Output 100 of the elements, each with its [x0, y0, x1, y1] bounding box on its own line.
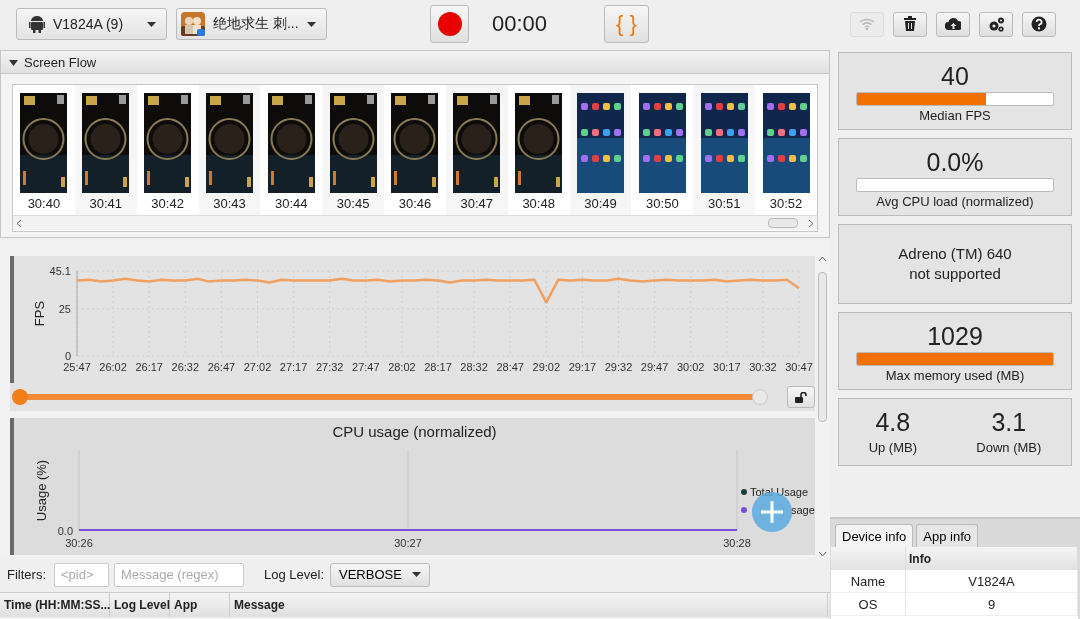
stat-value: 4.8 — [875, 409, 911, 436]
axis-label: 29:02 — [532, 361, 561, 373]
settings-button[interactable] — [979, 11, 1013, 37]
message-field[interactable]: Message (regex) — [114, 562, 244, 587]
table-cell: Name — [831, 570, 906, 593]
chart-title: CPU usage (normalized) — [332, 423, 497, 440]
chevron-right-icon — [808, 218, 814, 228]
axis-label: 27:17 — [279, 361, 308, 373]
frame-time: 30:43 — [213, 196, 246, 211]
panel-title: Screen Flow — [24, 54, 97, 70]
frame-time: 30:47 — [460, 196, 494, 211]
wifi-icon — [859, 16, 875, 32]
stat-message: Adreno (TM) 640 — [898, 244, 1012, 264]
filters-label: Filters: — [7, 567, 46, 582]
panel-header[interactable]: Screen Flow — [1, 51, 829, 74]
axis-label: 29:32 — [604, 361, 633, 373]
android-icon — [29, 15, 45, 33]
chevron-up-icon — [817, 256, 827, 262]
scrollbar-thumb[interactable] — [768, 218, 798, 228]
frame-time: 30:49 — [584, 196, 617, 211]
column-header[interactable]: App — [170, 593, 230, 617]
axis-label: 28:17 — [424, 361, 452, 373]
axis-label: 27:32 — [315, 361, 344, 373]
frame-time: 30:52 — [769, 196, 803, 211]
axis-label: 26:32 — [171, 361, 200, 373]
column-header[interactable]: Message — [230, 593, 828, 617]
device-dropdown[interactable]: V1824A (9) — [16, 8, 167, 40]
chevron-left-icon — [16, 218, 22, 228]
axis-label: 30:32 — [749, 361, 777, 373]
caret-icon — [147, 21, 156, 27]
axis-label: 26:17 — [135, 361, 163, 373]
axis-label: 0 — [64, 350, 71, 362]
stat-value: 40 — [941, 63, 969, 90]
table-cell: OS — [831, 593, 906, 616]
slider-thumb[interactable] — [12, 389, 28, 405]
axis-label: 25:47 — [63, 361, 91, 373]
scrollbar-thumb[interactable] — [817, 272, 827, 422]
axis-label: 28:02 — [388, 361, 416, 373]
pid-field[interactable]: <pid> — [54, 562, 109, 587]
record-icon — [437, 12, 462, 36]
range-slider[interactable] — [11, 389, 769, 405]
tab[interactable]: Device info — [835, 524, 914, 547]
timer-text: 00:00 — [492, 11, 549, 37]
plus-icon — [761, 501, 783, 523]
axis-label: 27:02 — [243, 361, 272, 373]
app-dropdown[interactable]: 绝地求生 刺... — [176, 8, 327, 40]
lock-button[interactable] — [787, 386, 815, 408]
table-cell: 9 — [906, 593, 1078, 616]
frame-time: 30:42 — [151, 196, 184, 211]
caret-icon — [412, 572, 421, 577]
frame-time: 30:40 — [27, 196, 61, 211]
axis-label: 28:32 — [460, 361, 488, 373]
axis-label: 30:28 — [723, 537, 751, 549]
upload-button[interactable] — [936, 11, 970, 37]
axis-label: 30:47 — [785, 361, 813, 373]
axis-label: 25 — [58, 302, 71, 315]
axis-label: 45.1 — [49, 265, 71, 277]
column-header: Info — [906, 547, 1078, 570]
stat-label: Max memory used (MB) — [885, 368, 1025, 383]
settings-icon — [988, 16, 1004, 32]
chevron-down-icon — [817, 551, 827, 557]
axis-label: 28:47 — [496, 361, 524, 373]
axis-title: Usage (%) — [34, 459, 49, 522]
slider-thumb[interactable] — [752, 389, 769, 405]
axis-label: 0.0 — [57, 525, 73, 537]
legend-label: Total Usage — [750, 486, 809, 498]
frame-time: 30:51 — [707, 196, 741, 211]
column-header[interactable]: Log Level — [110, 593, 170, 617]
axis-label: 30:02 — [676, 361, 705, 373]
delete-button[interactable] — [893, 11, 927, 37]
stat-label: Avg CPU load (normalized) — [876, 194, 1034, 209]
help-button[interactable] — [1022, 11, 1056, 37]
legend-label: sage — [791, 504, 815, 516]
unlocked-padlock-icon — [795, 391, 808, 403]
stat-label: Down (MB) — [976, 440, 1042, 455]
frame-time: 30:48 — [522, 196, 555, 211]
frame-time: 30:46 — [398, 196, 432, 211]
column-header[interactable]: Time (HH:MM:SS... — [0, 593, 110, 617]
axis-label: 30:26 — [65, 537, 93, 549]
trash-icon — [902, 16, 918, 32]
horizontal-scrollbar[interactable] — [13, 215, 817, 230]
stat-label: Up (MB) — [868, 440, 918, 455]
axis-label: 27:47 — [352, 361, 380, 373]
tab[interactable]: App info — [916, 524, 978, 547]
frame-time: 30:44 — [275, 196, 308, 211]
frame-time: 30:45 — [336, 196, 370, 211]
frame-time: 30:50 — [646, 196, 679, 211]
stat-value: 0.0% — [926, 149, 984, 176]
cloud-upload-icon — [945, 16, 961, 32]
table-cell: V1824A — [906, 570, 1078, 593]
stat-label: Median FPS — [919, 108, 991, 123]
frame-time: 30:41 — [89, 196, 123, 211]
caret-icon — [307, 21, 316, 27]
stat-value: 3.1 — [991, 409, 1027, 436]
log-level-dropdown[interactable]: VERBOSE — [330, 562, 430, 587]
vertical-scrollbar[interactable] — [817, 256, 827, 557]
record-button[interactable] — [430, 5, 469, 43]
axis-label: 30:27 — [394, 537, 422, 549]
axis-label: 29:47 — [640, 361, 669, 373]
app-icon — [181, 12, 205, 36]
